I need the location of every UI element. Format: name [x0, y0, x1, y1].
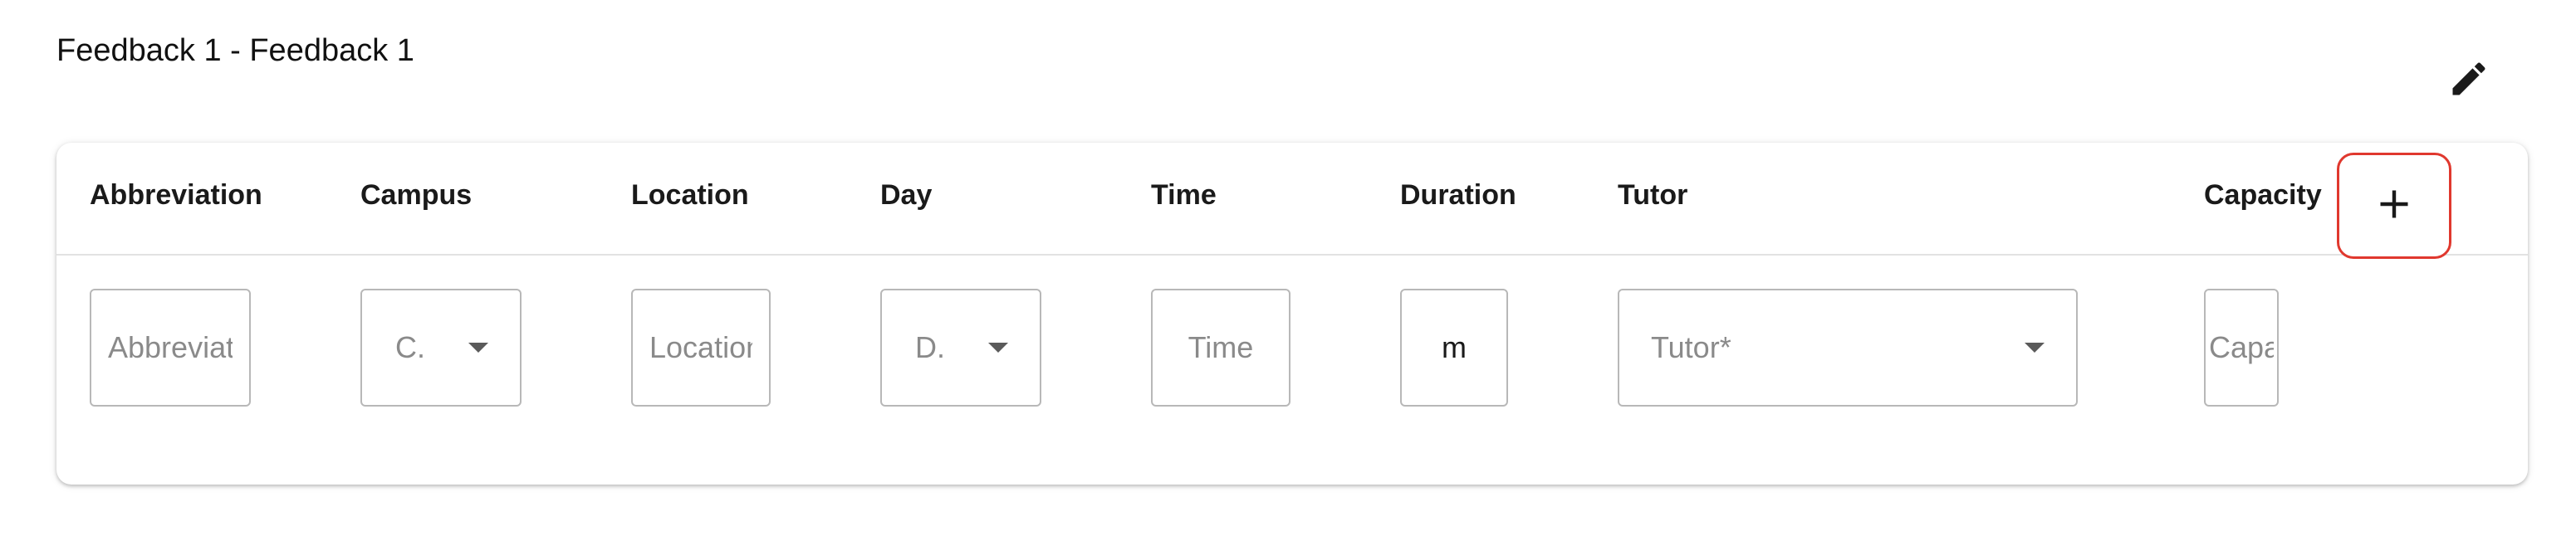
duration-input[interactable]	[1402, 290, 1506, 405]
chevron-down-icon	[468, 343, 488, 353]
header-duration: Duration	[1400, 179, 1516, 211]
capacity-field	[2204, 289, 2279, 407]
abbreviation-input[interactable]	[91, 290, 249, 405]
day-select-value: D.	[915, 330, 945, 364]
header-campus: Campus	[360, 179, 473, 211]
location-field	[631, 289, 771, 407]
header-tutor: Tutor	[1618, 179, 1688, 211]
pencil-icon	[2447, 57, 2490, 105]
header-abbreviation: Abbreviation	[90, 179, 262, 211]
chevron-down-icon	[2025, 343, 2045, 353]
session-table-card: Abbreviation Campus Location Day Time Du…	[56, 143, 2528, 485]
header-location: Location	[631, 179, 749, 211]
abbreviation-field	[90, 289, 251, 407]
chevron-down-icon	[988, 343, 1008, 353]
header-time: Time	[1151, 179, 1217, 211]
section-title: Feedback 1 - Feedback 1	[56, 33, 414, 68]
duration-field	[1400, 289, 1508, 407]
capacity-input[interactable]	[2206, 290, 2277, 405]
campus-select[interactable]: C.	[360, 289, 522, 407]
edit-button[interactable]	[2441, 53, 2496, 108]
time-field	[1151, 289, 1290, 407]
tutor-select-placeholder: Tutor*	[1651, 330, 1731, 364]
location-input[interactable]	[633, 290, 769, 405]
add-session-button[interactable]	[2337, 153, 2451, 259]
day-select[interactable]: D.	[880, 289, 1041, 407]
tutor-select[interactable]: Tutor*	[1618, 289, 2078, 407]
table-header-row: Abbreviation Campus Location Day Time Du…	[56, 143, 2528, 256]
header-capacity: Capacity	[2204, 179, 2322, 211]
plus-icon	[2376, 186, 2412, 227]
time-input[interactable]	[1153, 290, 1289, 405]
campus-select-value: C.	[395, 330, 425, 364]
header-day: Day	[880, 179, 933, 211]
